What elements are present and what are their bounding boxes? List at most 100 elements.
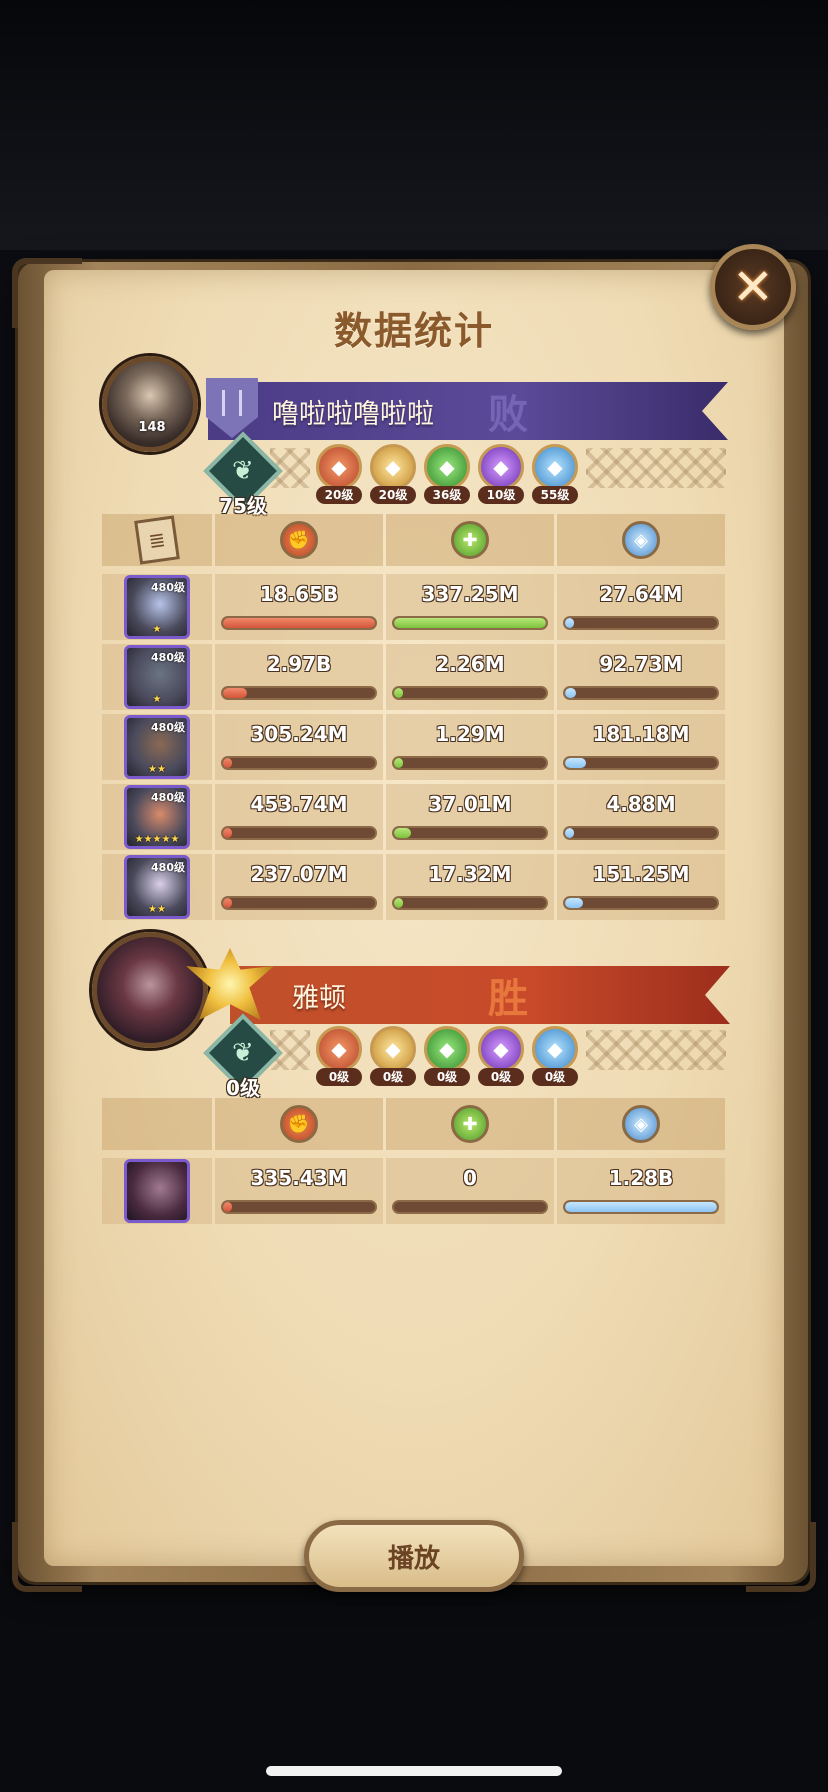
- faction-level: 20级: [370, 486, 416, 504]
- heal-cell: 1.29M: [386, 714, 554, 780]
- hero-portrait[interactable]: 480级 ★: [124, 575, 190, 639]
- heal-bar: [392, 1200, 548, 1214]
- damage-icon: ✊: [280, 521, 318, 559]
- hero-stars: ★★★★★: [134, 834, 180, 845]
- heal-value: 17.32M: [428, 862, 512, 886]
- elder-tree-level: 0级: [226, 1076, 260, 1100]
- heal-bar-fill: [394, 618, 546, 628]
- damage-bar-fill: [223, 898, 233, 908]
- hero-level: 480级: [151, 861, 185, 874]
- faction-level: 55级: [532, 486, 578, 504]
- player-avatar[interactable]: [102, 356, 198, 452]
- heal-value: 2.26M: [435, 652, 505, 676]
- shield-bar-fill: [565, 618, 575, 628]
- table-header: ≣ ✊ ✚ ◈: [102, 514, 726, 566]
- wilder-faction-icon: ◆: [424, 1026, 470, 1072]
- mauler-faction-icon: ◆: [370, 444, 416, 490]
- hero-portrait[interactable]: 480级 ★★: [124, 855, 190, 919]
- heal-value: 0: [463, 1166, 477, 1190]
- celestial-faction-icon: ◆: [532, 444, 578, 490]
- shield-cell: 92.73M: [557, 644, 725, 710]
- table-row: 335.43M 0 1.28B: [102, 1158, 726, 1224]
- shield-bar-fill: [565, 758, 587, 768]
- shield-bar: [563, 826, 719, 840]
- shield-bar: [563, 616, 719, 630]
- team1-banner: 噜啦啦噜啦啦 败: [208, 382, 728, 440]
- damage-cell: 237.07M: [215, 854, 383, 920]
- faction-level: 0级: [532, 1068, 578, 1086]
- shield-bar-fill: [565, 1202, 717, 1212]
- graveborn-faction-icon: ◆: [478, 1026, 524, 1072]
- table-row: 480级 ★ 2.97B 2.26M 92.73M: [102, 644, 726, 710]
- faction-level: 0级: [478, 1068, 524, 1086]
- hero-portrait[interactable]: [124, 1159, 190, 1223]
- damage-value: 2.97B: [266, 652, 332, 676]
- heal-value: 1.29M: [435, 722, 505, 746]
- home-indicator[interactable]: [266, 1766, 562, 1776]
- shield-value: 27.64M: [599, 582, 683, 606]
- lightbearer-faction-icon: ◆: [316, 444, 362, 490]
- shield-bar-fill: [565, 688, 576, 698]
- team1-stats-table: ≣ ✊ ✚ ◈ 480级 ★ 18.65B 337.25M 27.64M 480级 ★ 2.9…: [102, 514, 726, 924]
- shield-value: 4.88M: [606, 792, 676, 816]
- play-button[interactable]: 播放: [304, 1520, 524, 1592]
- mauler-faction-icon: ◆: [370, 1026, 416, 1072]
- damage-bar-fill: [223, 1202, 233, 1212]
- shield-bar-fill: [565, 828, 575, 838]
- heal-cell: 2.26M: [386, 644, 554, 710]
- play-label: 播放: [387, 1543, 440, 1574]
- hero-portrait[interactable]: 480级 ★: [124, 645, 190, 709]
- heal-cell: 17.32M: [386, 854, 554, 920]
- damage-value: 237.07M: [250, 862, 348, 886]
- damage-cell: 335.43M: [215, 1158, 383, 1224]
- faction-level: 0级: [316, 1068, 362, 1086]
- shield-value: 151.25M: [592, 862, 690, 886]
- hero-cell: 480级 ★★: [102, 854, 212, 920]
- table-row: 480级 ★★★★★ 453.74M 37.01M 4.88M: [102, 784, 726, 850]
- shield-bar: [563, 896, 719, 910]
- faction-level: 20级: [316, 486, 362, 504]
- heal-bar: [392, 756, 548, 770]
- team2-stats-table: ✊ ✚ ◈ 335.43M 0 1.28B: [102, 1098, 726, 1228]
- damage-value: 18.65B: [259, 582, 339, 606]
- shield-cell: 181.18M: [557, 714, 725, 780]
- heal-bar-fill: [394, 898, 404, 908]
- damage-bar: [221, 896, 377, 910]
- page-title: 数据统计: [333, 309, 494, 353]
- player-level: 148: [138, 420, 166, 435]
- hero-level: 480级: [151, 581, 185, 594]
- wilder-faction-icon: ◆: [424, 444, 470, 490]
- frame-corner-ornament: [746, 1522, 816, 1592]
- table-header: ✊ ✚ ◈: [102, 1098, 726, 1150]
- notes-icon[interactable]: ≣: [134, 515, 180, 565]
- shield-bar: [563, 1200, 719, 1214]
- hero-portrait[interactable]: 480级 ★★★★★: [124, 785, 190, 849]
- victory-label: 胜: [488, 975, 528, 1022]
- shield-cell: 4.88M: [557, 784, 725, 850]
- hero-cell: [102, 1158, 212, 1224]
- background-top: [0, 0, 828, 250]
- hero-stars: ★: [152, 624, 162, 635]
- shield-value: 181.18M: [592, 722, 690, 746]
- shield-cell: 151.25M: [557, 854, 725, 920]
- damage-value: 305.24M: [250, 722, 348, 746]
- hero-portrait[interactable]: 480级 ★★: [124, 715, 190, 779]
- heal-value: 337.25M: [421, 582, 519, 606]
- faction-level: 0级: [370, 1068, 416, 1086]
- damage-cell: 453.74M: [215, 784, 383, 850]
- damage-cell: 18.65B: [215, 574, 383, 640]
- shield-cell: 1.28B: [557, 1158, 725, 1224]
- damage-cell: 305.24M: [215, 714, 383, 780]
- faction-level: 36级: [424, 486, 470, 504]
- decorative-pattern: [586, 1030, 726, 1070]
- opponent-avatar[interactable]: [92, 932, 208, 1048]
- heal-icon: ✚: [451, 1105, 489, 1143]
- lightbearer-faction-icon: ◆: [316, 1026, 362, 1072]
- hero-level: 480级: [151, 651, 185, 664]
- hero-level: 480级: [151, 791, 185, 804]
- hero-cell: 480级 ★★★★★: [102, 784, 212, 850]
- hero-stars: ★: [152, 694, 162, 705]
- background-bottom: [0, 1560, 828, 1792]
- damage-bar-fill: [223, 618, 375, 628]
- table-row: 480级 ★ 18.65B 337.25M 27.64M: [102, 574, 726, 640]
